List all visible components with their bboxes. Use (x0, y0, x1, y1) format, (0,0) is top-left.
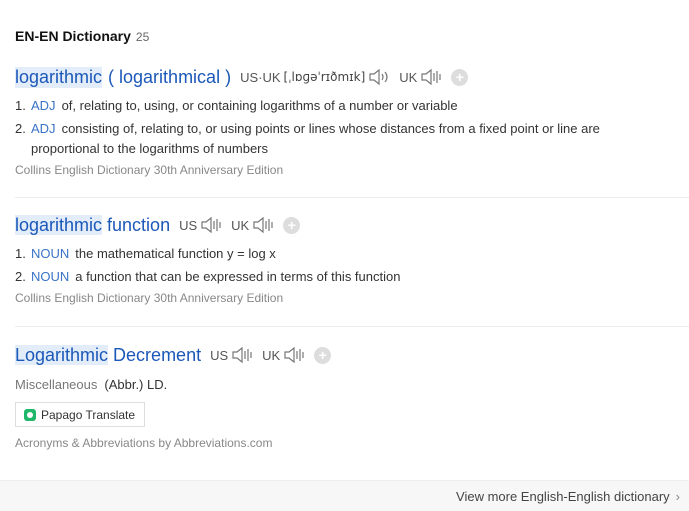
def-number: 1. (15, 98, 26, 113)
definition-list: 1. NOUN the mathematical function y = lo… (15, 244, 689, 287)
papago-translate-button[interactable]: Papago Translate (15, 402, 146, 427)
part-of-speech: NOUN (31, 246, 70, 261)
entry-logarithmic: logarithmic ( logarithmical ) US·UK [ˌlɒ… (15, 64, 689, 177)
definition-item: 1. NOUN the mathematical function y = lo… (15, 244, 689, 264)
ipa-text: [ˌlɒɡəˈrɪðmɪk] (283, 70, 366, 84)
speaker-icon[interactable] (252, 216, 274, 234)
part-of-speech: ADJ (31, 121, 56, 136)
pronunciation-uk: UK (399, 68, 442, 86)
definition-list: 1. ADJ of, relating to, using, or contai… (15, 96, 689, 159)
entry-headline: logarithmic ( logarithmical ) US·UK [ˌlɒ… (15, 64, 689, 90)
entry-logarithmic-function: logarithmic function US UK + 1. NOUN the… (15, 212, 689, 305)
headword-link[interactable]: Logarithmic Decrement (15, 344, 202, 366)
def-number: 1. (15, 246, 26, 261)
part-of-speech: NOUN (31, 269, 70, 284)
abbreviation-value: (Abbr.) LD. (104, 377, 168, 392)
source-citation: Collins English Dictionary 30th Annivers… (15, 291, 284, 305)
add-wordbook-icon[interactable]: + (451, 68, 469, 86)
us-uk-label: US·UK (240, 69, 281, 85)
def-number: 2. (15, 269, 26, 284)
abbreviation-row: Miscellaneous (Abbr.) LD. (15, 377, 689, 392)
speaker-icon[interactable] (283, 346, 305, 364)
view-more-link[interactable]: View more English-English dictionary › (456, 489, 680, 504)
headword-link[interactable]: logarithmic function (15, 214, 171, 236)
source-citation: Collins English Dictionary 30th Annivers… (15, 163, 284, 177)
papago-logo-icon (24, 408, 36, 421)
pronunciation-us: US (210, 346, 253, 364)
definition-item: 2. ADJ consisting of, relating to, or usi… (15, 119, 689, 159)
headword-highlight: logarithmic (15, 214, 103, 235)
def-text: a function that can be expressed in term… (75, 269, 401, 284)
us-label: US (179, 217, 198, 233)
part-of-speech: ADJ (31, 98, 56, 113)
dictionary-header: EN-EN Dictionary 25 (15, 28, 149, 46)
divider (15, 197, 689, 198)
headword-rest: function (102, 214, 171, 235)
def-text: consisting of, relating to, or using poi… (31, 121, 600, 156)
divider (15, 326, 689, 327)
def-number: 2. (15, 121, 26, 136)
pronunciation: US·UK [ˌlɒɡəˈrɪðmɪk] (240, 68, 390, 86)
def-text-wrap: ADJ consisting of, relating to, or using … (31, 119, 643, 159)
speaker-icon[interactable] (200, 216, 222, 234)
result-count: 25 (135, 30, 150, 44)
speaker-icon[interactable] (420, 68, 442, 86)
speaker-icon[interactable] (231, 346, 253, 364)
uk-label: UK (262, 347, 281, 363)
entry-logarithmic-decrement: Logarithmic Decrement US UK + Miscellane… (15, 342, 689, 450)
def-text: of, relating to, using, or containing lo… (61, 98, 458, 113)
uk-label: UK (399, 69, 418, 85)
section-title: EN-EN Dictionary (15, 28, 131, 44)
definition-item: 2. NOUN a function that can be expressed… (15, 267, 689, 287)
pronunciation-us: US (179, 216, 222, 234)
entry-headline: Logarithmic Decrement US UK + (15, 342, 689, 368)
pronunciation-uk: UK (231, 216, 274, 234)
add-wordbook-icon[interactable]: + (283, 216, 301, 234)
definition-item: 1. ADJ of, relating to, using, or contai… (15, 96, 689, 116)
entry-headline: logarithmic function US UK + (15, 212, 689, 238)
headword-highlight: Logarithmic (15, 344, 109, 365)
category-label: Miscellaneous (15, 377, 98, 392)
speaker-icon[interactable] (368, 68, 390, 86)
source-citation: Acronyms & Abbreviations by Abbreviation… (15, 436, 273, 450)
headword-link[interactable]: logarithmic (15, 66, 103, 88)
footer-bar: View more English-English dictionary › (0, 480, 689, 511)
view-more-label: View more English-English dictionary (456, 489, 670, 504)
papago-label: Papago Translate (41, 407, 136, 422)
headword-rest: Decrement (108, 344, 202, 365)
pronunciation-uk: UK (262, 346, 305, 364)
add-wordbook-icon[interactable]: + (314, 346, 332, 364)
def-text: the mathematical function y = log x (75, 246, 276, 261)
chevron-right-icon: › (675, 489, 680, 504)
headword-variant[interactable]: ( logarithmical ) (108, 67, 231, 88)
us-label: US (210, 347, 229, 363)
uk-label: UK (231, 217, 250, 233)
